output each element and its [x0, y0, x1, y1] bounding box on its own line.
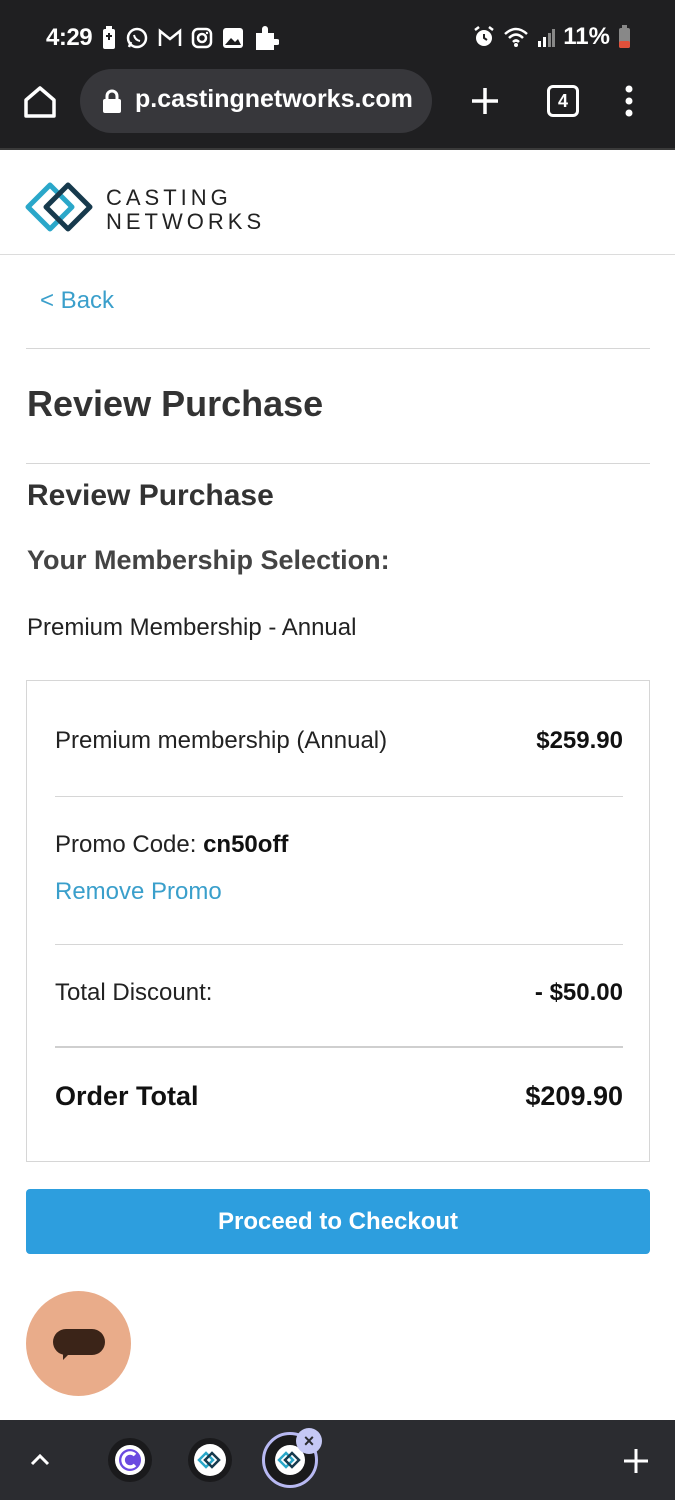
discount-label: Total Discount: — [55, 979, 213, 1006]
puzzle-icon — [256, 26, 279, 50]
divider — [26, 463, 650, 464]
membership-selection-label: Your Membership Selection: — [27, 545, 390, 575]
c-app-icon — [115, 1445, 145, 1475]
chat-widget-button[interactable] — [26, 1291, 131, 1396]
promo-code-row: Promo Code: cn50off — [55, 831, 288, 859]
back-link[interactable]: < Back — [40, 287, 114, 315]
order-total-label: Order Total — [55, 1081, 199, 1111]
notification-icons — [102, 24, 279, 52]
battery-low-icon — [619, 25, 630, 48]
line-item-label: Premium membership (Annual) — [55, 727, 388, 754]
instagram-icon — [191, 27, 213, 49]
membership-selection-value: Premium Membership - Annual — [27, 614, 357, 641]
tab-switcher-button[interactable]: 4 — [547, 85, 579, 117]
divider — [55, 1046, 623, 1048]
close-tab-icon[interactable]: × — [296, 1428, 322, 1454]
casting-networks-tab-icon — [194, 1444, 226, 1476]
wifi-icon — [504, 27, 529, 47]
tab-thumbnail[interactable] — [108, 1438, 152, 1482]
new-tab-icon[interactable] — [468, 84, 502, 118]
signal-icon — [538, 29, 556, 47]
gallery-icon — [223, 28, 243, 48]
site-header: CASTING NETWORKS — [0, 148, 675, 255]
lock-icon — [103, 89, 121, 113]
line-item-price: $259.90 — [536, 727, 623, 754]
logo-line2: NETWORKS — [106, 209, 266, 234]
chevron-up-icon[interactable] — [28, 1448, 52, 1472]
status-bar: 4:29 11% — [0, 0, 675, 70]
divider — [55, 944, 623, 945]
add-tab-icon[interactable] — [622, 1447, 650, 1475]
battery-percent: 11% — [563, 23, 610, 50]
line-item-row: Premium membership (Annual) $259.90 — [55, 727, 623, 755]
battery-saver-icon — [103, 26, 115, 49]
discount-row: Total Discount: - $50.00 — [55, 979, 623, 1007]
tab-strip: × — [0, 1420, 675, 1500]
alarm-icon — [474, 26, 495, 46]
order-total-value: $209.90 — [525, 1081, 623, 1111]
system-icons: 11% — [473, 22, 631, 52]
logo-line1: CASTING — [106, 185, 232, 210]
section-title: Review Purchase — [27, 479, 274, 512]
order-summary-card: Premium membership (Annual) $259.90 Prom… — [26, 680, 650, 1162]
chat-icon-tail — [63, 1351, 72, 1360]
casting-networks-logo-icon[interactable] — [24, 178, 96, 236]
whatsapp-icon — [126, 27, 148, 49]
proceed-to-checkout-button[interactable]: Proceed to Checkout — [26, 1189, 650, 1254]
logo-wordmark[interactable]: CASTING NETWORKS — [106, 186, 265, 234]
order-total-row: Order Total $209.90 — [55, 1081, 623, 1112]
page-title: Review Purchase — [27, 383, 324, 424]
address-bar[interactable]: p.castingnetworks.com — [80, 69, 432, 133]
promo-code-value: cn50off — [203, 831, 289, 858]
gmail-icon — [158, 28, 182, 46]
url-text[interactable]: p.castingnetworks.com — [135, 85, 432, 114]
discount-value: - $50.00 — [534, 979, 623, 1006]
divider — [26, 348, 650, 349]
divider — [55, 796, 623, 797]
home-icon[interactable] — [20, 82, 60, 122]
tab-thumbnail[interactable] — [188, 1438, 232, 1482]
chat-icon — [53, 1329, 105, 1355]
browser-toolbar: p.castingnetworks.com 4 — [0, 69, 675, 148]
promo-code-label: Promo Code: — [55, 831, 197, 858]
remove-promo-link[interactable]: Remove Promo — [55, 878, 222, 906]
status-time: 4:29 — [46, 24, 93, 51]
more-menu-icon[interactable] — [617, 84, 641, 118]
